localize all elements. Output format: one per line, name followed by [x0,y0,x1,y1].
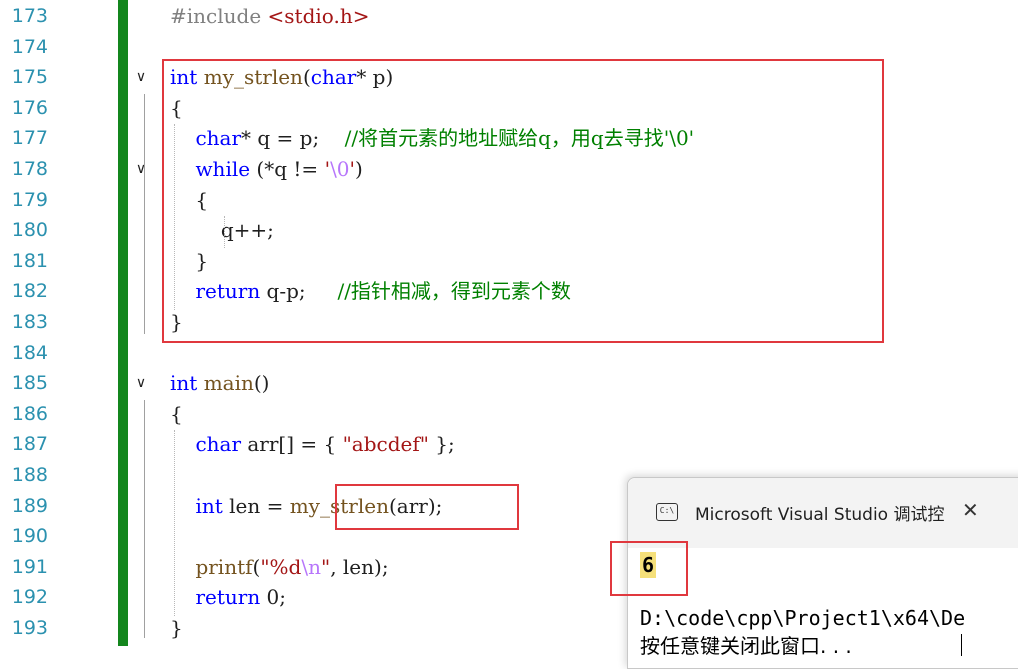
code-token: return [195,585,261,610]
code-token: }; [428,432,455,457]
line-number: 177 [11,127,48,150]
code-token: #include [170,4,268,28]
console-titlebar[interactable]: C:\ Microsoft Visual Studio 调试控 ✕ [628,478,1018,548]
line-number: 183 [11,311,48,333]
code-token: int [195,493,223,518]
code-token: () [253,371,270,396]
console-title: Microsoft Visual Studio 调试控 [695,505,945,525]
code-line[interactable]: 173 #include <stdio.h> [0,1,1018,32]
line-number: 187 [11,433,48,456]
code-token: arr[] = { [241,432,343,457]
line-number: 179 [11,188,48,211]
line-number: 190 [11,525,48,548]
call-highlight-box [335,484,519,530]
code-token: printf [195,554,253,579]
code-token: 0; [260,585,287,610]
line-number: 185 [11,372,48,395]
fold-chevron-icon[interactable]: ∨ [132,62,150,93]
line-number: 193 [11,617,48,639]
code-token: "abcdef" [342,432,429,457]
code-line[interactable]: 186 { [0,399,1018,430]
line-number: 176 [11,96,48,119]
code-token: , len); [330,554,389,579]
code-token: main [203,371,254,396]
line-number: 184 [11,341,48,364]
output-highlight-box [610,541,688,596]
output-path-line: D:\code\cpp\Project1\x64\De [640,606,966,630]
line-number: 192 [11,586,48,609]
code-token: int [170,371,198,396]
fold-region-line [144,185,145,275]
code-text: } [170,613,183,644]
code-text: return 0; [170,582,286,613]
code-token: len = [222,493,290,518]
line-number: 175 [11,66,48,89]
code-text: int main() [170,368,269,399]
code-line[interactable]: 187 char arr[] = { "abcdef" }; [0,429,1018,460]
fold-region-line [144,400,145,638]
code-line[interactable]: 185 ∨ int main() [0,368,1018,399]
code-token: " [320,554,331,579]
code-text: { [170,399,183,430]
text-caret [961,634,962,656]
function-highlight-box [162,59,884,343]
line-number: 188 [11,464,48,486]
code-token: <stdio.h> [267,4,370,28]
line-number: 191 [11,555,48,578]
fold-chevron-icon[interactable]: ∨ [132,368,150,399]
fold-chevron-icon[interactable]: ∨ [132,154,150,185]
line-number: 180 [11,219,48,242]
code-token: \n [301,554,321,579]
line-number: 178 [11,158,48,180]
code-token: } [170,616,183,640]
console-app-icon: C:\ [656,503,678,521]
code-token: "%d [260,554,302,579]
indent-guide [174,430,175,616]
code-text: printf("%d\n", len); [170,552,389,583]
line-number: 182 [11,280,48,303]
line-number: 173 [11,5,48,27]
line-number: 181 [11,249,48,272]
line-number: 186 [11,402,48,425]
code-text: #include <stdio.h> [170,1,369,32]
output-hint-line: 按任意键关闭此窗口. . . [640,634,852,658]
code-token: char [195,432,242,457]
code-line[interactable]: 174 [0,32,1018,63]
code-token: { [170,401,183,426]
close-icon[interactable]: ✕ [962,498,979,522]
code-text: char arr[] = { "abcdef" }; [170,429,455,460]
line-number: 174 [11,35,48,58]
line-number: 189 [11,494,48,517]
